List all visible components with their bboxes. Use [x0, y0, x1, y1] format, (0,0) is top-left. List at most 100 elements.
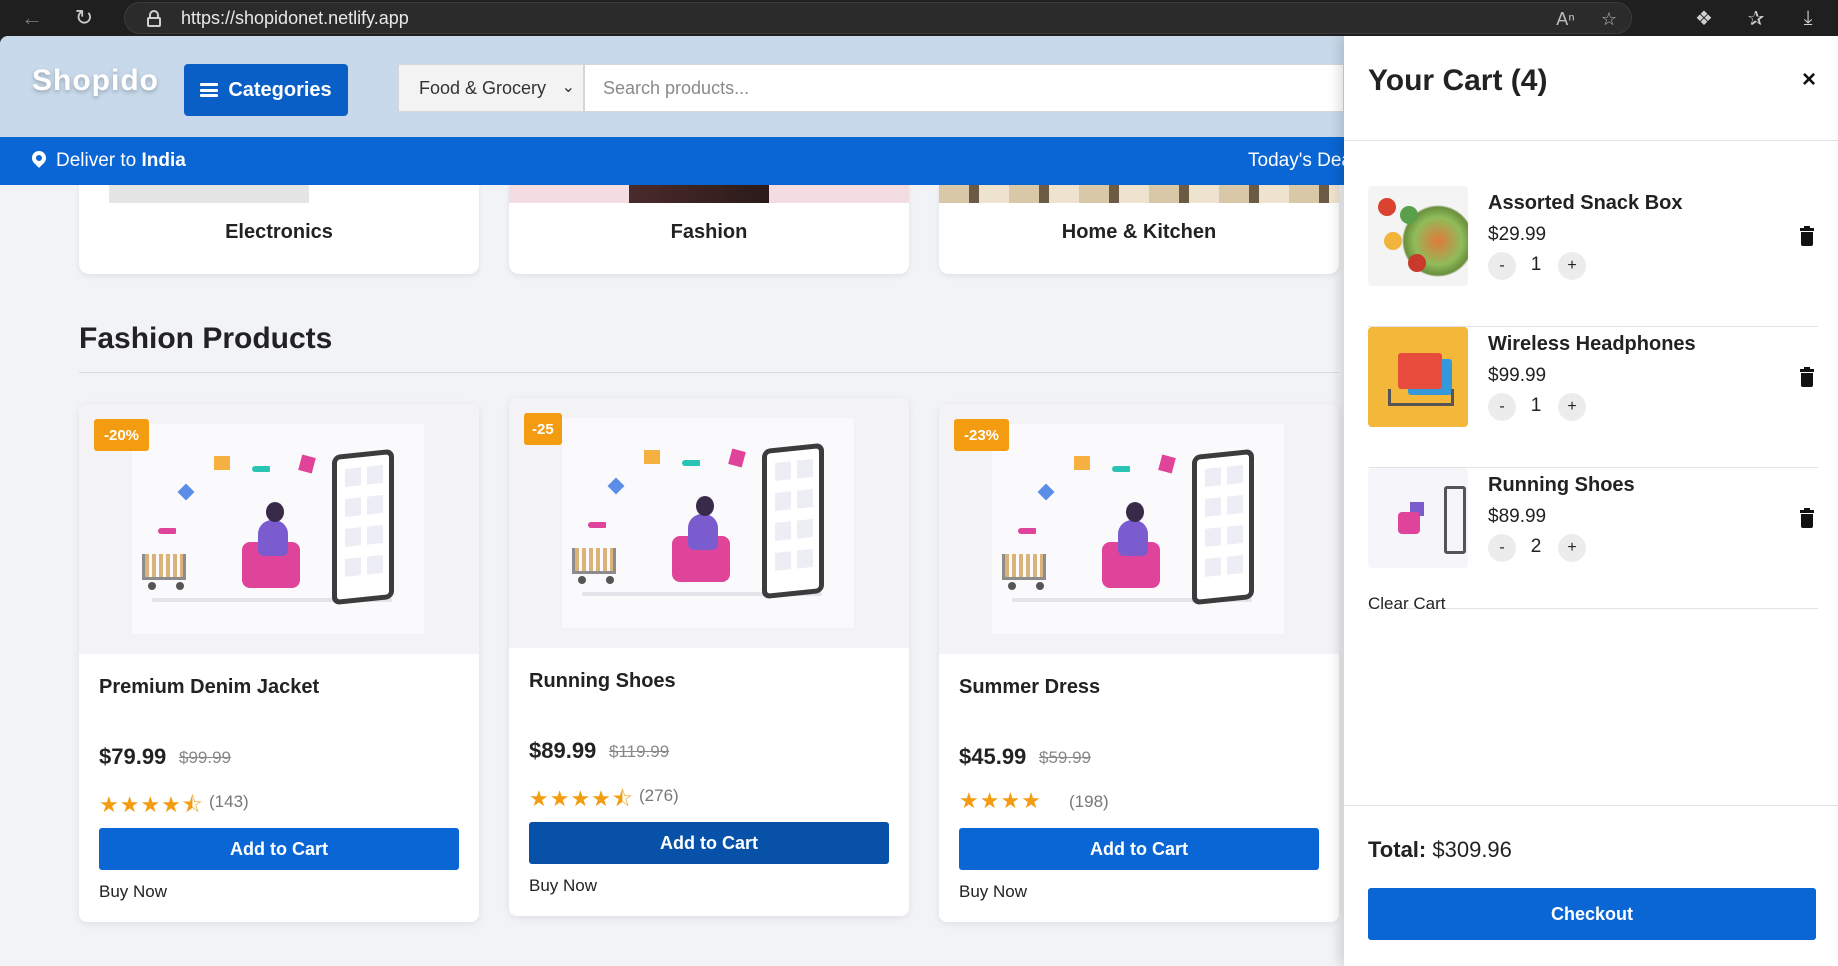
cart-item-quantity: 1 — [1530, 254, 1542, 275]
decrease-quantity-button[interactable]: - — [1488, 252, 1516, 280]
cart-total: Total: $309.96 — [1368, 837, 1512, 863]
section-title: Fashion Products — [79, 322, 333, 355]
shopping-illustration — [562, 418, 854, 628]
cart-footer-divider — [1344, 805, 1838, 806]
star-rating-icon: ★★★★⯪ — [99, 792, 204, 817]
star-rating-icon: ★★★★ — [959, 788, 1042, 813]
section-divider — [79, 372, 1339, 373]
lock-icon — [147, 10, 161, 27]
product-name[interactable]: Premium Denim Jacket — [99, 676, 319, 699]
category-image — [939, 185, 1339, 203]
category-card-electronics[interactable]: Electronics — [79, 185, 479, 274]
cart-item-quantity: 1 — [1530, 395, 1542, 416]
product-image[interactable]: -23% — [939, 404, 1339, 654]
hamburger-icon — [200, 83, 219, 97]
product-old-price: $59.99 — [1039, 748, 1091, 767]
deliver-location[interactable]: Deliver to India — [56, 150, 186, 172]
discount-badge: -23% — [954, 419, 1010, 451]
shopping-illustration — [992, 424, 1284, 634]
checkout-button[interactable]: Checkout — [1368, 888, 1816, 940]
reload-icon[interactable]: ↻ — [66, 0, 102, 36]
category-image — [79, 185, 479, 203]
cart-item: Wireless Headphones $99.99 - 1 + — [1368, 327, 1818, 468]
deliver-prefix: Deliver to — [56, 150, 142, 171]
back-arrow-icon[interactable]: ← — [14, 0, 50, 36]
cart-item-quantity: 2 — [1530, 536, 1542, 557]
category-label: Fashion — [670, 221, 748, 243]
close-icon[interactable]: × — [1802, 66, 1816, 94]
cart-item-price: $29.99 — [1488, 224, 1547, 245]
product-name[interactable]: Summer Dress — [959, 676, 1100, 699]
cart-item: Running Shoes $89.99 - 2 + — [1368, 468, 1818, 609]
product-card: -20% Premium Denim Jacket $79.99 $99.99 … — [79, 404, 479, 922]
categories-label: Categories — [228, 78, 332, 101]
discount-badge: -20% — [94, 419, 150, 451]
trash-icon[interactable] — [1800, 367, 1814, 387]
cart-item-name: Assorted Snack Box — [1488, 192, 1683, 214]
deliver-country: India — [141, 150, 186, 171]
category-select[interactable]: Food & Grocery ⌄ — [398, 64, 584, 112]
product-price: $45.99 — [959, 744, 1027, 769]
buy-now-link[interactable]: Buy Now — [529, 876, 597, 896]
category-card-fashion[interactable]: Fashion — [509, 185, 909, 274]
review-count: (198) — [1069, 792, 1109, 811]
category-label: Electronics — [225, 221, 333, 243]
add-to-cart-button[interactable]: Add to Cart — [529, 822, 889, 864]
cart-panel: Your Cart (4) × Assorted Snack Box $29.9… — [1344, 36, 1838, 966]
product-old-price: $99.99 — [179, 748, 231, 767]
review-count: (143) — [209, 792, 249, 811]
cart-item-image — [1368, 186, 1468, 286]
trash-icon[interactable] — [1800, 508, 1814, 528]
category-image — [509, 185, 909, 203]
add-to-cart-button[interactable]: Add to Cart — [959, 828, 1319, 870]
increase-quantity-button[interactable]: + — [1558, 534, 1586, 562]
category-select-value: Food & Grocery — [419, 77, 547, 98]
product-old-price: $119.99 — [609, 742, 670, 761]
product-name[interactable]: Running Shoes — [529, 670, 676, 693]
todays-deals-link[interactable]: Today's Deal — [1248, 150, 1356, 172]
favorites-icon[interactable]: ✰ — [1744, 6, 1768, 31]
increase-quantity-button[interactable]: + — [1558, 393, 1586, 421]
decrease-quantity-button[interactable]: - — [1488, 393, 1516, 421]
chevron-down-icon: ⌄ — [561, 79, 575, 96]
address-bar[interactable]: https://shopidonet.netlify.app Aⁿ ☆ — [124, 2, 1632, 34]
trash-icon[interactable] — [1800, 226, 1814, 246]
download-icon[interactable]: ⤓ — [1796, 7, 1820, 30]
increase-quantity-button[interactable]: + — [1558, 252, 1586, 280]
read-aloud-icon[interactable]: Aⁿ — [1556, 9, 1575, 30]
buy-now-link[interactable]: Buy Now — [99, 882, 167, 902]
extensions-icon[interactable]: ❖ — [1692, 6, 1716, 31]
product-price: $79.99 — [99, 744, 167, 769]
clear-cart-button[interactable]: Clear Cart — [1368, 594, 1445, 614]
cart-total-value: $309.96 — [1432, 837, 1512, 862]
cart-item: Assorted Snack Box $29.99 - 1 + — [1368, 186, 1818, 327]
cart-total-label: Total: — [1368, 837, 1427, 862]
browser-toolbar: ← ↻ https://shopidonet.netlify.app Aⁿ ☆ … — [0, 0, 1838, 36]
star-rating-icon: ★★★★⯪ — [529, 786, 634, 811]
product-image[interactable]: -20% — [79, 404, 479, 654]
location-pin-icon — [29, 148, 49, 168]
review-count: (276) — [639, 786, 679, 805]
cart-item-image — [1368, 327, 1468, 427]
categories-button[interactable]: Categories — [184, 64, 348, 116]
buy-now-link[interactable]: Buy Now — [959, 882, 1027, 902]
product-price: $89.99 — [529, 738, 597, 763]
page-viewport: Shopido Categories Food & Grocery ⌄ Sear… — [0, 36, 1838, 966]
search-input[interactable]: Search products... — [584, 64, 1344, 112]
add-to-cart-button[interactable]: Add to Cart — [99, 828, 459, 870]
shopping-illustration — [132, 424, 424, 634]
category-label: Home & Kitchen — [1061, 221, 1217, 243]
product-image[interactable]: -25 — [509, 398, 909, 648]
search-placeholder: Search products... — [603, 77, 750, 98]
category-card-home-kitchen[interactable]: Home & Kitchen — [939, 185, 1339, 274]
favorite-star-icon[interactable]: ☆ — [1601, 9, 1617, 30]
decrease-quantity-button[interactable]: - — [1488, 534, 1516, 562]
product-card: -25 Running Shoes $89.99 $119.99 ★★★★⯪ (… — [509, 398, 909, 916]
cart-item-image — [1368, 468, 1468, 568]
cart-item-price: $99.99 — [1488, 365, 1547, 386]
site-logo[interactable]: Shopido — [32, 64, 159, 98]
cart-item-name: Running Shoes — [1488, 474, 1635, 496]
product-card: -23% Summer Dress $45.99 $59.99 ★★★★ (19… — [939, 404, 1339, 922]
discount-badge: -25 — [524, 413, 562, 445]
cart-title: Your Cart (4) — [1368, 64, 1548, 97]
